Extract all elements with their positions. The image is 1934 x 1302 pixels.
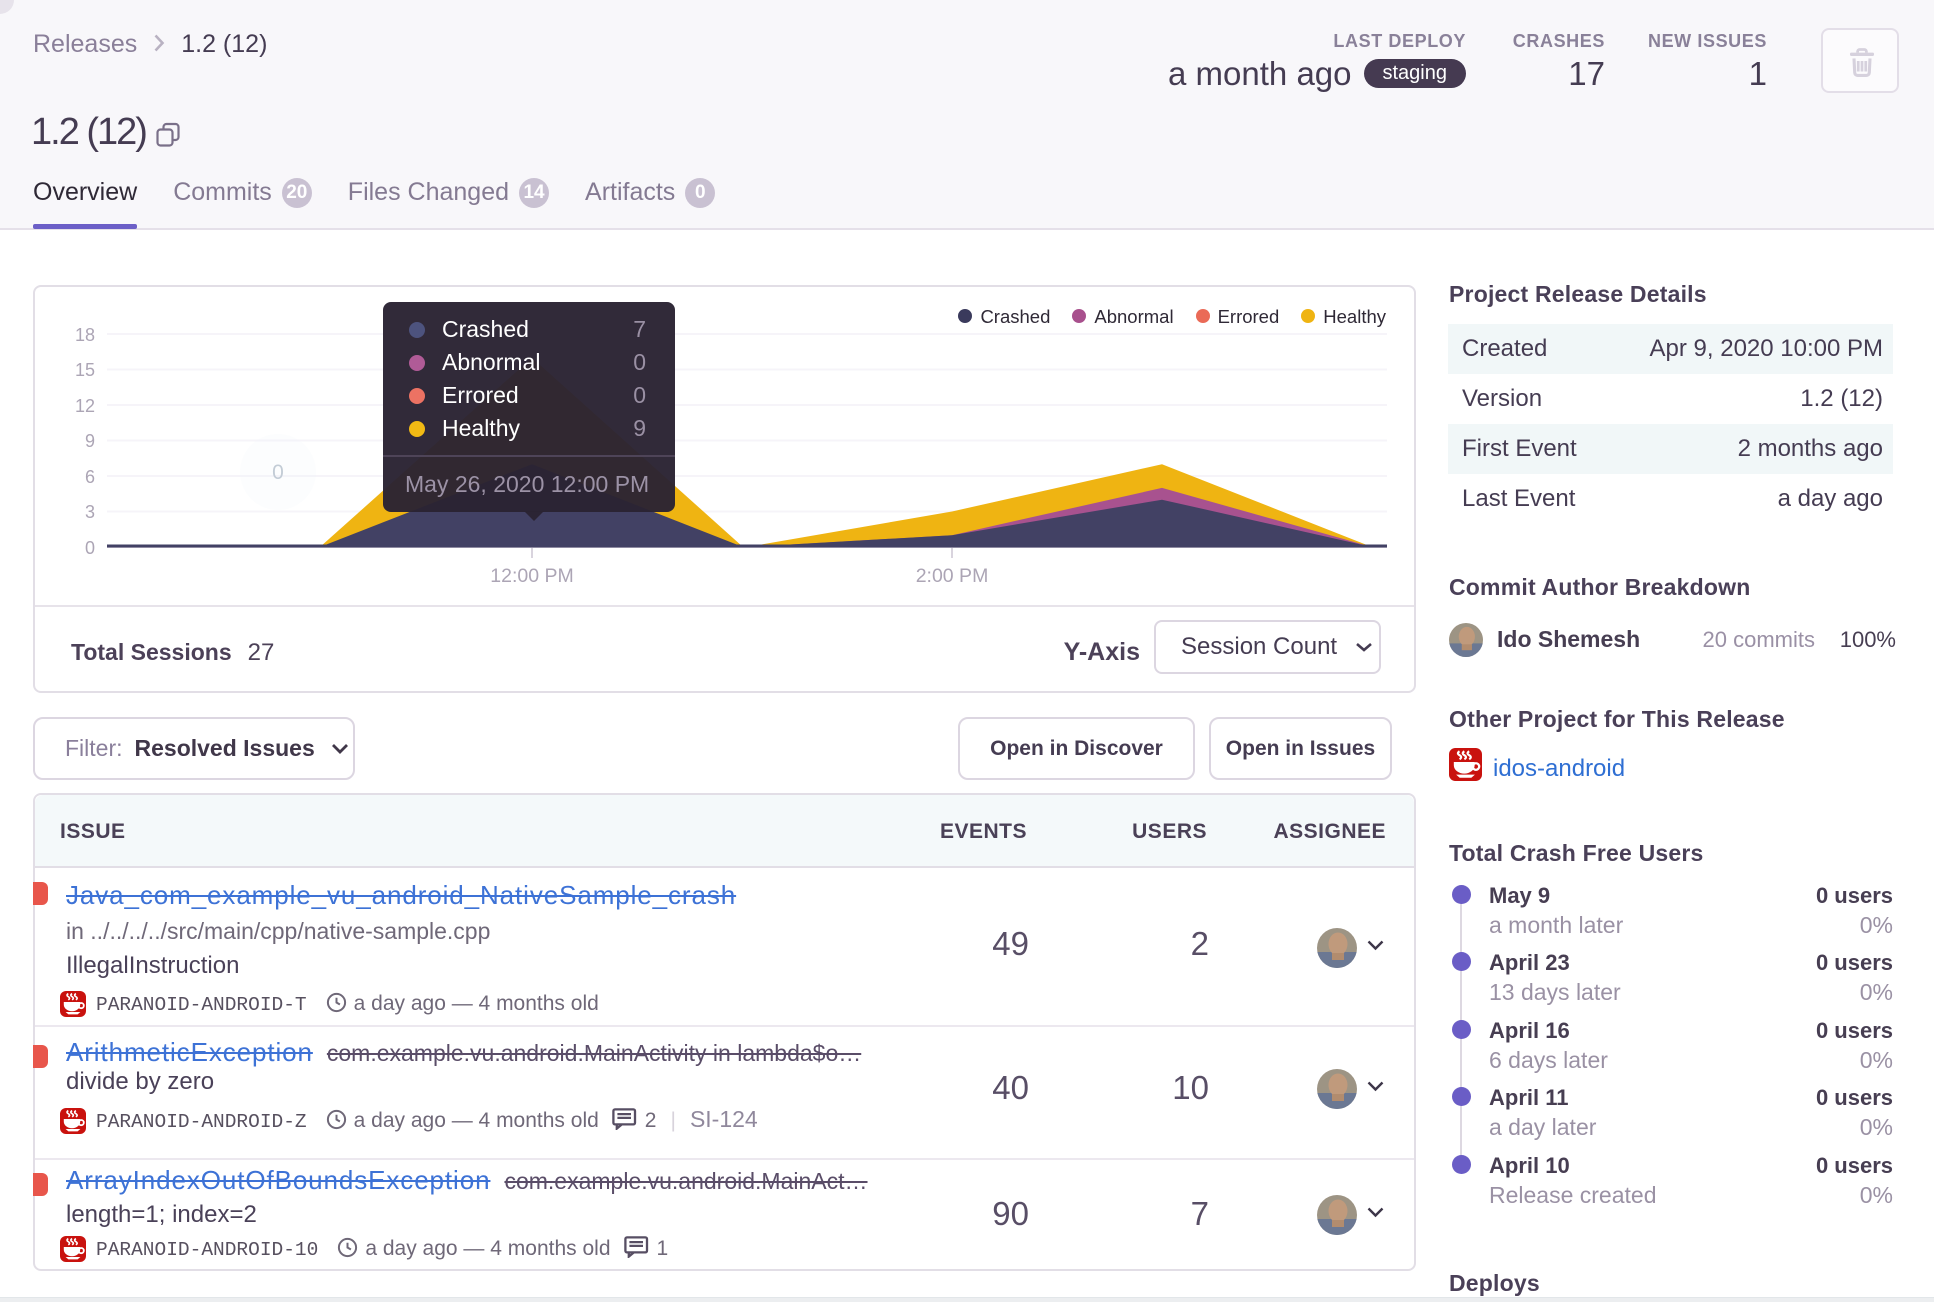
svg-text:0: 0 — [272, 461, 284, 484]
svg-text:9: 9 — [85, 431, 95, 451]
svg-text:12:00 PM: 12:00 PM — [490, 565, 573, 587]
svg-text:12: 12 — [75, 396, 95, 416]
svg-text:2:00 PM: 2:00 PM — [916, 565, 989, 587]
svg-text:0: 0 — [85, 538, 95, 558]
svg-text:6: 6 — [85, 467, 95, 487]
svg-text:15: 15 — [75, 360, 95, 380]
svg-text:3: 3 — [85, 502, 95, 522]
svg-text:18: 18 — [75, 325, 95, 345]
